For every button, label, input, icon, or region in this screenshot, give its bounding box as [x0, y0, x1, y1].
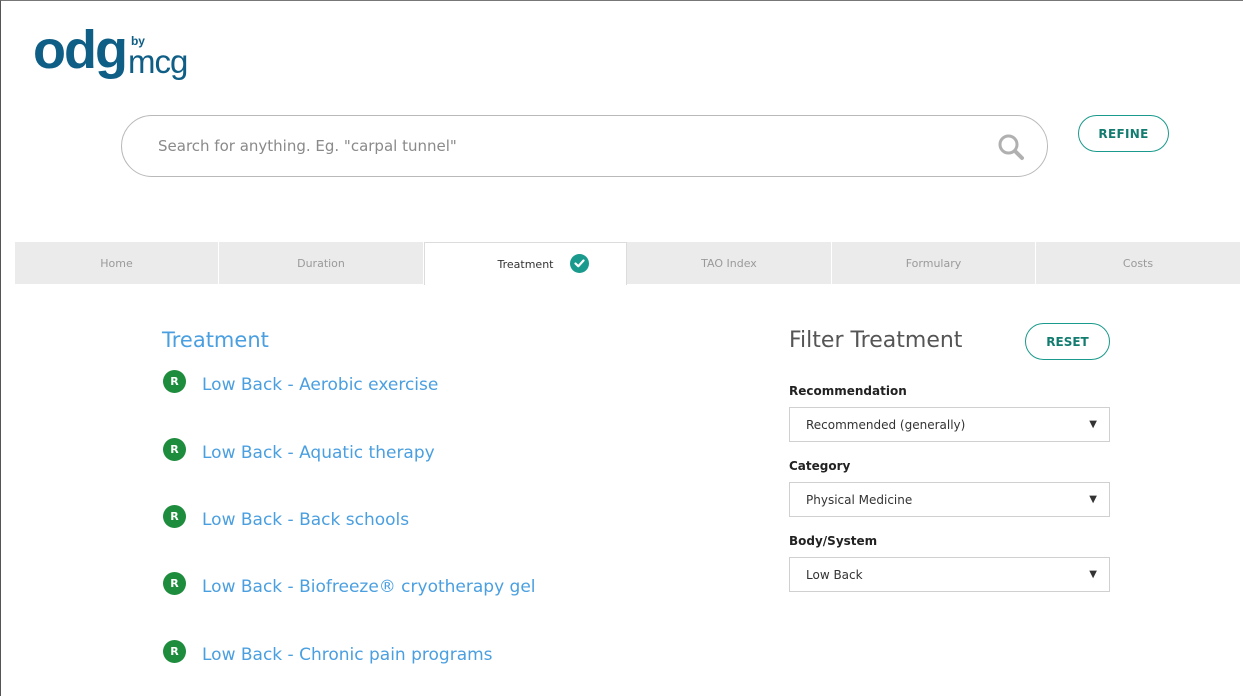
- list-item[interactable]: R Low Back - Aerobic exercise: [163, 369, 438, 398]
- main-tabs: Home Duration Treatment TAO Index Formul…: [15, 242, 1240, 285]
- odg-logo[interactable]: odg by mcg: [33, 20, 198, 80]
- logo-odg-text: odg: [33, 20, 128, 80]
- tab-label: TAO Index: [701, 256, 757, 270]
- filter-heading: Filter Treatment: [789, 328, 963, 353]
- category-label: Category: [789, 459, 851, 473]
- recommended-badge: R: [163, 504, 186, 528]
- treatment-link[interactable]: Low Back - Aquatic therapy: [202, 443, 435, 463]
- select-value: Recommended (generally): [806, 417, 966, 432]
- treatment-link[interactable]: Low Back - Back schools: [202, 510, 409, 530]
- recommendation-select[interactable]: Recommended (generally) ▼: [789, 407, 1110, 442]
- recommended-badge: R: [163, 369, 186, 393]
- list-item[interactable]: R Low Back - Chronic pain programs: [163, 639, 493, 668]
- select-value: Low Back: [806, 567, 863, 582]
- treatment-link[interactable]: Low Back - Biofreeze® cryotherapy gel: [202, 577, 536, 597]
- tab-formulary[interactable]: Formulary: [832, 242, 1036, 284]
- check-circle-icon: [570, 254, 589, 273]
- tab-treatment[interactable]: Treatment: [424, 242, 627, 285]
- recommendation-label: Recommendation: [789, 384, 907, 398]
- tab-label: Home: [100, 256, 133, 270]
- tab-label: Costs: [1122, 256, 1154, 270]
- body-system-select[interactable]: Low Back ▼: [789, 557, 1110, 592]
- tab-label: Duration: [297, 256, 345, 270]
- category-select[interactable]: Physical Medicine ▼: [789, 482, 1110, 517]
- tab-home[interactable]: Home: [15, 242, 219, 284]
- refine-button[interactable]: REFINE: [1078, 115, 1169, 152]
- reset-button[interactable]: RESET: [1025, 323, 1110, 360]
- treatment-heading: Treatment: [162, 328, 269, 352]
- tab-label: Treatment: [497, 257, 554, 271]
- search-icon[interactable]: [997, 133, 1025, 161]
- search-box: [121, 115, 1048, 177]
- recommended-badge: R: [163, 437, 186, 461]
- recommended-badge: R: [163, 639, 186, 663]
- tab-tao-index[interactable]: TAO Index: [627, 242, 832, 284]
- search-input[interactable]: [158, 116, 978, 176]
- caret-down-icon: ▼: [1089, 419, 1097, 430]
- treatment-link[interactable]: Low Back - Chronic pain programs: [202, 645, 493, 665]
- caret-down-icon: ▼: [1089, 569, 1097, 580]
- logo-mcg-text: mcg: [127, 43, 188, 80]
- tab-label: Formulary: [905, 256, 962, 270]
- list-item[interactable]: R Low Back - Back schools: [163, 504, 409, 533]
- select-value: Physical Medicine: [806, 492, 913, 507]
- tab-costs[interactable]: Costs: [1036, 242, 1240, 284]
- tab-duration[interactable]: Duration: [219, 242, 424, 284]
- treatment-link[interactable]: Low Back - Aerobic exercise: [202, 375, 438, 395]
- logo-side: by mcg: [128, 20, 198, 80]
- caret-down-icon: ▼: [1089, 494, 1097, 505]
- recommended-badge: R: [163, 571, 186, 595]
- body-system-label: Body/System: [789, 534, 878, 548]
- list-item[interactable]: R Low Back - Biofreeze® cryotherapy gel: [163, 571, 536, 600]
- list-item[interactable]: R Low Back - Aquatic therapy: [163, 437, 435, 466]
